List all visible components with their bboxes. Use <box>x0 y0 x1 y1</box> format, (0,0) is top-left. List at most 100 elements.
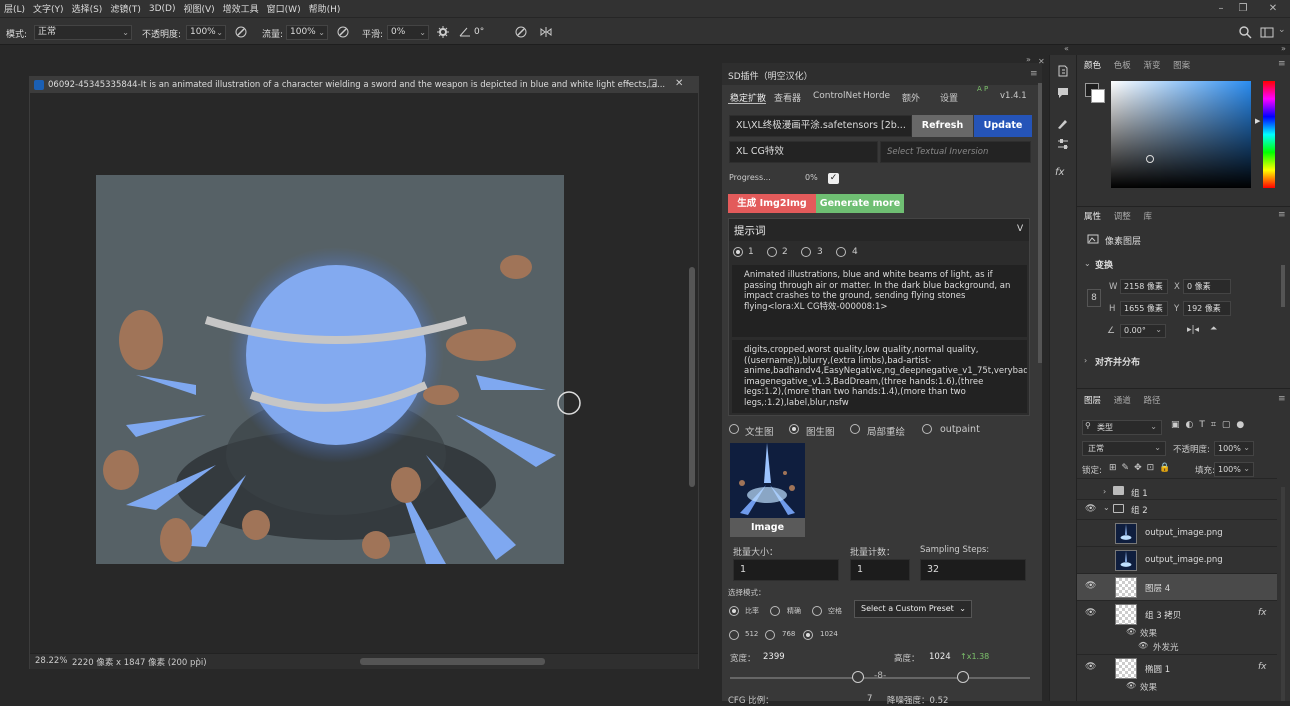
airbrush-icon[interactable] <box>336 25 350 39</box>
pressure-size-icon[interactable] <box>514 25 528 39</box>
negative-prompt-textarea[interactable]: digits,cropped,worst quality,low quality… <box>732 340 1027 413</box>
select-mode-ratio-radio[interactable] <box>729 606 739 616</box>
layer-ellipse-effects-row[interactable]: 👁 效果 <box>1077 680 1277 694</box>
generate-more-button[interactable]: Generate more <box>816 194 904 213</box>
layer-output-image-2[interactable]: output_image.png <box>1077 546 1277 573</box>
prompt-header[interactable] <box>729 219 1029 241</box>
chevron-down-icon[interactable]: ⌄ <box>1103 503 1110 512</box>
layer-output-image-1[interactable]: output_image.png <box>1077 519 1277 546</box>
cfg-value[interactable]: 7 <box>867 694 872 704</box>
menu-select[interactable]: 选择(S) <box>68 2 107 15</box>
expand-dock-icon[interactable]: » <box>1281 44 1286 53</box>
sd-panel-title[interactable]: SD插件（明空汉化） <box>728 69 813 82</box>
fx-icon[interactable]: fx <box>1055 167 1064 178</box>
image-label-button[interactable]: Image <box>730 518 805 537</box>
layer-ellipse-1[interactable]: 👁 椭圆 1 fx <box>1077 654 1277 681</box>
tab-properties[interactable]: 属性 <box>1084 212 1101 222</box>
menu-view[interactable]: 视图(V) <box>179 2 218 15</box>
tab-layers[interactable]: 图层 <box>1084 396 1101 406</box>
model-select[interactable]: XL\XL终极漫画平涂.safetensors [2b... <box>729 115 912 137</box>
y-input[interactable]: 192 像素 <box>1183 301 1231 316</box>
layer-4[interactable]: 👁 图层 4 <box>1077 573 1277 600</box>
mode-inpaint-radio[interactable] <box>850 424 860 434</box>
canvas-image[interactable] <box>96 175 564 564</box>
symmetry-icon[interactable] <box>539 25 553 39</box>
search-icon[interactable] <box>1238 25 1252 39</box>
color-picker-handle[interactable] <box>1146 155 1154 163</box>
tab-extras[interactable]: 额外 <box>902 91 920 104</box>
flow-select[interactable]: 100% ⌄ <box>286 25 328 40</box>
width-slider-handle[interactable] <box>852 671 864 683</box>
tab-viewer[interactable]: 查看器 <box>774 91 801 104</box>
opacity-select[interactable]: 100% ⌄ <box>186 25 226 40</box>
info-arrow[interactable]: › <box>196 655 200 665</box>
comment-icon[interactable] <box>1056 86 1070 100</box>
tab-horde[interactable]: Horde <box>863 91 890 101</box>
custom-preset-select[interactable]: Select a Custom Preset ⌄ <box>854 600 972 618</box>
batch-size-input[interactable]: 1 <box>733 559 839 581</box>
chevron-down-icon[interactable]: ⌄ <box>1084 259 1091 268</box>
fill-input[interactable]: 100% ⌄ <box>1214 462 1254 477</box>
tab-patterns[interactable]: 图案 <box>1173 61 1190 71</box>
flip-horizontal-icon[interactable]: ▸|◂ <box>1187 325 1199 335</box>
layer-outer-glow-row[interactable]: 👁 外发光 <box>1077 640 1277 654</box>
mode-img2img-radio[interactable] <box>789 424 799 434</box>
eye-icon[interactable]: 👁 <box>1085 581 1096 591</box>
brush-icon[interactable] <box>1056 116 1070 130</box>
smooth-select[interactable]: 0% ⌄ <box>387 25 429 40</box>
menu-help[interactable]: 帮助(H) <box>305 2 345 15</box>
tab-controlnet[interactable]: ControlNet <box>813 91 861 101</box>
close-icon[interactable]: ✕ <box>1262 0 1284 17</box>
sampling-steps-input[interactable]: 32 <box>920 559 1026 581</box>
close-panel-icon[interactable]: ✕ <box>1038 57 1045 66</box>
restore-icon[interactable]: ❐ <box>1232 0 1254 17</box>
select-mode-exact-radio[interactable] <box>770 606 780 616</box>
menu-plugins[interactable]: 增效工具 <box>219 2 263 15</box>
horizontal-scrollbar[interactable] <box>360 658 545 665</box>
layer-filter-select[interactable]: 类型 ⌄ <box>1082 420 1162 435</box>
menu-type[interactable]: 文字(Y) <box>29 2 68 15</box>
tab-color[interactable]: 颜色 <box>1084 61 1101 71</box>
menu-window[interactable]: 窗口(W) <box>263 2 305 15</box>
zoom-level[interactable]: 28.22% <box>35 656 67 666</box>
eye-icon[interactable]: 👁 <box>1126 681 1136 690</box>
eye-icon[interactable]: 👁 <box>1085 662 1096 672</box>
lock-icons[interactable]: ⊞✎✥⊡🔒 <box>1109 463 1175 473</box>
eye-icon[interactable]: 👁 <box>1126 627 1136 636</box>
select-mode-space-radio[interactable] <box>812 606 822 616</box>
layer-group-3-copy[interactable]: 👁 组 3 拷贝 fx <box>1077 600 1277 627</box>
doc-restore-icon[interactable]: □ <box>648 78 657 89</box>
generate-img2img-button[interactable]: 生成 Img2Img <box>728 194 816 213</box>
lora-select[interactable]: XL CG特效 <box>729 141 878 163</box>
gear-icon[interactable] <box>436 25 450 39</box>
chevron-right-icon[interactable]: › <box>1084 356 1087 365</box>
link-dimensions-icon[interactable]: 8 <box>1087 289 1101 307</box>
prompt-slot-4-radio[interactable] <box>836 247 846 257</box>
eye-icon[interactable]: 👁 <box>1085 608 1096 618</box>
mode-txt2img-radio[interactable] <box>729 424 739 434</box>
tab-libraries[interactable]: 库 <box>1143 212 1152 222</box>
angle-input[interactable]: 0.00° ⌄ <box>1120 324 1166 338</box>
batch-count-input[interactable]: 1 <box>850 559 910 581</box>
x-input[interactable]: 0 像素 <box>1183 279 1231 294</box>
layer-group-2[interactable]: 👁 ⌄ 组 2 <box>1077 499 1277 519</box>
eye-icon[interactable]: 👁 <box>1085 504 1096 514</box>
menu-3d[interactable]: 3D(D) <box>145 4 180 14</box>
layer-effects-row[interactable]: 👁 效果 <box>1077 626 1277 640</box>
tab-swatches[interactable]: 色板 <box>1114 61 1131 71</box>
pressure-opacity-icon[interactable] <box>234 25 248 39</box>
prompt-slot-2-radio[interactable] <box>767 247 777 257</box>
panel-scrollbar[interactable] <box>1038 83 1042 363</box>
tab-channels[interactable]: 通道 <box>1114 396 1131 406</box>
prompt-toggle-icon[interactable]: V <box>1017 224 1023 234</box>
angle-value[interactable]: 0° <box>474 27 484 37</box>
blend-mode-select[interactable]: 正常 ⌄ <box>1082 441 1166 456</box>
prompt-slot-3-radio[interactable] <box>801 247 811 257</box>
eye-icon[interactable]: 👁 <box>1138 641 1148 650</box>
tab-adjustments[interactable]: 调整 <box>1114 212 1131 222</box>
collapse-dock-icon[interactable]: « <box>1064 44 1069 53</box>
layer-filter-icons[interactable]: ▣◐T⌗▢● <box>1171 420 1250 430</box>
size-768-radio[interactable] <box>765 630 775 640</box>
adjust-icon[interactable] <box>1056 137 1070 151</box>
menu-layer[interactable]: 层(L) <box>0 2 29 15</box>
